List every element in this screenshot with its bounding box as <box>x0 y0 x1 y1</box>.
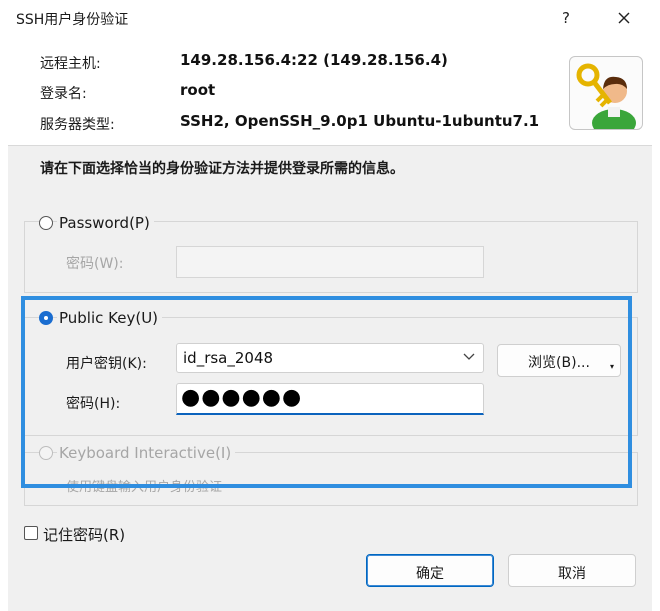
password-option-label[interactable]: Password(P) <box>57 214 154 232</box>
cancel-button[interactable]: 取消 <box>508 554 636 587</box>
instruction-text: 请在下面选择恰当的身份验证方法并提供登录所需的信息。 <box>40 161 404 177</box>
close-icon <box>618 12 630 24</box>
ok-button-label: 确定 <box>416 566 444 582</box>
highlight-box <box>21 296 632 488</box>
login-name-value: root <box>180 81 216 99</box>
login-name-label: 登录名: <box>40 86 87 102</box>
remember-password-checkbox[interactable] <box>24 526 38 540</box>
remote-host-value: 149.28.156.4:22 (149.28.156.4) <box>180 51 448 69</box>
remote-host-label: 远程主机: <box>40 56 101 72</box>
password-radio[interactable] <box>39 216 53 230</box>
password-field-label: 密码(W): <box>66 256 124 272</box>
cancel-button-label: 取消 <box>558 566 586 582</box>
remember-password-label[interactable]: 记住密码(R) <box>43 524 125 545</box>
user-key-icon <box>569 56 643 137</box>
server-type-label: 服务器类型: <box>40 117 115 133</box>
ok-button[interactable]: 确定 <box>366 554 494 587</box>
help-button[interactable]: ? <box>556 4 576 32</box>
password-input[interactable] <box>176 246 484 278</box>
dialog-title: SSH用户身份验证 <box>16 12 129 28</box>
close-button[interactable] <box>606 2 642 34</box>
server-type-value: SSH2, OpenSSH_9.0p1 Ubuntu-1ubuntu7.1 <box>180 112 540 130</box>
